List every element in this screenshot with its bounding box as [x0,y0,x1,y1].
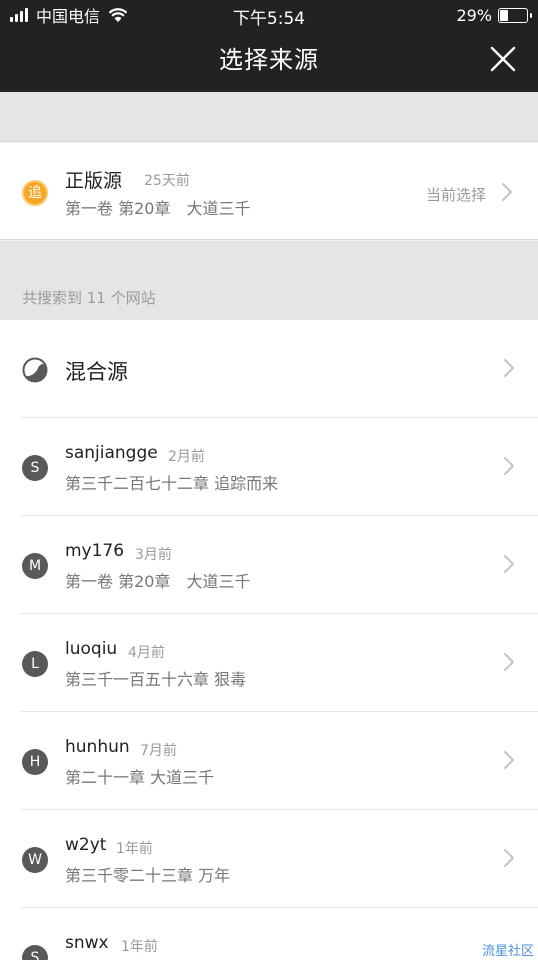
source-letter-avatar: W [22,847,48,873]
list-item[interactable] [0,418,538,516]
list-item[interactable] [0,614,538,712]
source-letter-avatar: L [22,651,48,677]
battery-percent: 29% [456,5,492,25]
source-name: sanjiangge [65,443,158,463]
mixed-source-name: 混合源 [65,360,128,384]
close-icon[interactable] [490,46,516,72]
chevron-right-icon [504,751,514,769]
source-time: 1年前 [116,841,153,857]
list-item[interactable] [0,712,538,810]
list-item[interactable] [0,810,538,908]
battery-icon [498,7,532,23]
current-source-chapter: 第一卷 第20章 大道三千 [65,199,251,218]
source-time: 1年前 [121,939,158,955]
zhui-source-icon: 追 [22,180,48,206]
top-bar: 中国电信 下午5:54 29% 选择来源 [0,0,538,92]
status-bar: 中国电信 下午5:54 29% [0,0,538,30]
source-name: hunhun [65,737,130,757]
mixed-source-icon [22,357,48,383]
source-time: 2月前 [168,449,205,465]
chevron-right-icon [504,457,514,475]
page-title: 选择来源 [219,46,319,74]
search-count-section [0,241,538,320]
current-selection-label: 当前选择 [425,186,486,204]
current-source-time: 25天前 [144,173,190,189]
source-time: 7月前 [140,743,177,759]
chevron-right-icon [504,653,514,671]
source-name: w2yt [65,835,107,855]
source-time: 4月前 [128,645,165,661]
section-spacer [0,92,538,142]
source-name: snwx [65,933,109,953]
source-chapter: 第三千二百七十二章 追踪而来 [65,474,279,493]
source-letter-avatar: H [22,749,48,775]
list-item[interactable] [0,516,538,614]
source-name: luoqiu [65,639,118,659]
source-letter-avatar: S [22,455,48,481]
source-chapter: 第三千零二十三章 万年 [65,866,231,885]
chevron-right-icon [504,359,514,377]
chevron-right-icon [502,183,512,201]
watermark: 流星社区 [481,944,534,959]
current-source-name: 正版源 [65,170,123,192]
search-count-text: 共搜索到 11 个网站 [22,289,156,307]
chevron-right-icon [504,849,514,867]
chevron-right-icon [504,555,514,573]
source-chapter: 第二十一章 大道三千 [65,768,215,787]
source-letter-avatar: M [22,553,48,579]
source-chapter: 第三千一百五十六章 狠毒 [65,670,247,689]
source-chapter: 第一卷 第20章 大道三千 [65,572,251,591]
source-name: my176 [65,541,125,561]
source-time: 3月前 [135,547,172,563]
